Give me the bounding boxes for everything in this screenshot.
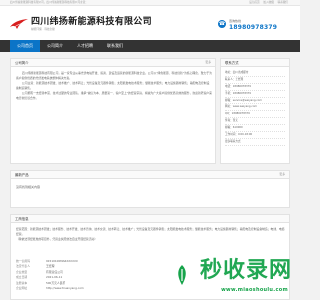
intro-paragraph: 四川纬扬新能源科技有限公司，是一家专业从事光伏电站开发、投资、建设及运营的新能源… <box>16 71 212 80</box>
add-favorite-link[interactable]: 加入收藏 <box>263 1 273 4</box>
list-item: QQ：18980978379 <box>225 111 285 119</box>
company-intro-panel: 公司简介 更多 四川纬扬新能源科技有限公司，是一家专业从事光伏电站开发、投资、建… <box>10 58 216 164</box>
watermark-url: www.miaoshoulu.com <box>221 287 288 294</box>
list-item: 手机：18980978379 <box>225 91 285 98</box>
panel-title: 最新产品 <box>15 172 29 177</box>
business-note: （除依法须经批准的项目外，凭营业执照依法自主开展经营活动） <box>16 237 98 242</box>
contact-panel: 联系方式 地址：四川省成都市 联系人：王经理 电话：18980978379 手机… <box>220 58 290 164</box>
business-description: 经营范围：新能源技术研发；技术服务、技术开发、技术咨询、技术交流、技术转让、技术… <box>16 227 286 242</box>
more-link[interactable]: 更多 <box>279 172 285 177</box>
phone-label: 咨询热线 <box>229 19 242 23</box>
nav-item-jobs[interactable]: 人才招聘 <box>70 40 100 52</box>
nav-item-contact[interactable]: 联系我们 <box>100 40 130 52</box>
business-field-row: 企业网址 http://www.tiiuanyang.com <box>16 286 166 291</box>
field-value: 91510100MA6XXXXXX <box>46 259 78 263</box>
main-nav: 公司首页 公司简介 人才招聘 联系我们 <box>0 40 300 52</box>
field-value[interactable]: http://www.tiiuanyang.com <box>46 286 84 290</box>
empty-message: 没有找到相关内容 <box>16 185 41 189</box>
field-value: 王经理 <box>46 264 55 269</box>
list-item: 地址：四川省成都市 <box>225 70 285 77</box>
panel-title: 公司简介 <box>15 60 29 65</box>
company-slogan: 绿能环保 · 科技创新 <box>31 27 56 31</box>
phone-number: 18980978379 <box>229 23 278 31</box>
latest-products-panel: 最新产品 更多 没有找到相关内容 <box>10 170 290 208</box>
site-header: 四川纬扬新能源科技有限公司 绿能环保 · 科技创新 ☎ 咨询热线 1898097… <box>0 6 300 40</box>
business-scope: 经营范围：新能源技术研发；技术服务、技术开发、技术咨询、技术交流、技术转让、技术… <box>16 227 285 236</box>
phone-icon: ☎ <box>218 20 226 28</box>
list-item: 传真：暂无 <box>225 118 285 126</box>
field-value: 有限责任公司 <box>46 269 63 274</box>
list-item: 联系人：王经理 <box>225 77 285 84</box>
intro-text: 四川纬扬新能源科技有限公司，是一家专业从事光伏电站开发、投资、建设及运营的新能源… <box>16 71 212 101</box>
panel-title: 工商信息 <box>15 216 29 221</box>
field-value: 2021-06-11 <box>46 275 63 280</box>
watermark-text: 秒收录网 <box>199 258 292 284</box>
list-item: 邮箱：service@weiyang.com <box>225 98 285 105</box>
business-fields: 统一信用码 91510100MA6XXXXXX 法定代表人 王经理 企业类型 有限责任… <box>16 259 166 291</box>
panel-title: 联系方式 <box>225 60 239 65</box>
more-link[interactable]: 更多 <box>205 60 211 65</box>
list-item[interactable]: 更多联系方式 <box>225 139 285 146</box>
contact-list: 地址：四川省成都市 联系人：王经理 电话：18980978379 手机：1898… <box>221 67 289 149</box>
list-item: 网址：www.weiyang.com <box>225 104 285 112</box>
company-logo-icon[interactable] <box>9 18 29 30</box>
intro-paragraph: 公司主营：新能源技术研发、技术推广、技术转让；光伏设备及元器件销售；太阳能发电技… <box>16 81 210 90</box>
nav-item-about[interactable]: 公司简介 <box>40 40 70 52</box>
intro-paragraph: 公司拥有一支经验丰富、技术过硬的专业团队，秉承"诚信为本、质量第一、客户至上"的… <box>16 91 212 100</box>
contact-link[interactable]: 联系我们 <box>278 1 288 4</box>
set-homepage-link[interactable]: 设为首页 <box>249 1 259 4</box>
watermark-logo-icon <box>178 265 186 285</box>
list-item: 工作时间：9:00-18:00 <box>225 132 285 139</box>
list-item: 邮编：610000 <box>225 125 285 133</box>
field-key: 企业网址 <box>16 285 28 290</box>
nav-item-home[interactable]: 公司首页 <box>10 40 40 52</box>
top-bar-text: 四川纬诚新能源科技有限公司，四川纬诚新能源科技有限公司主营： <box>10 1 88 5</box>
list-item: 电话：18980978379 <box>225 84 285 91</box>
field-value: 500万元人民币 <box>46 280 66 285</box>
top-bar-links: 设为首页 加入收藏 联系我们 <box>246 1 288 5</box>
